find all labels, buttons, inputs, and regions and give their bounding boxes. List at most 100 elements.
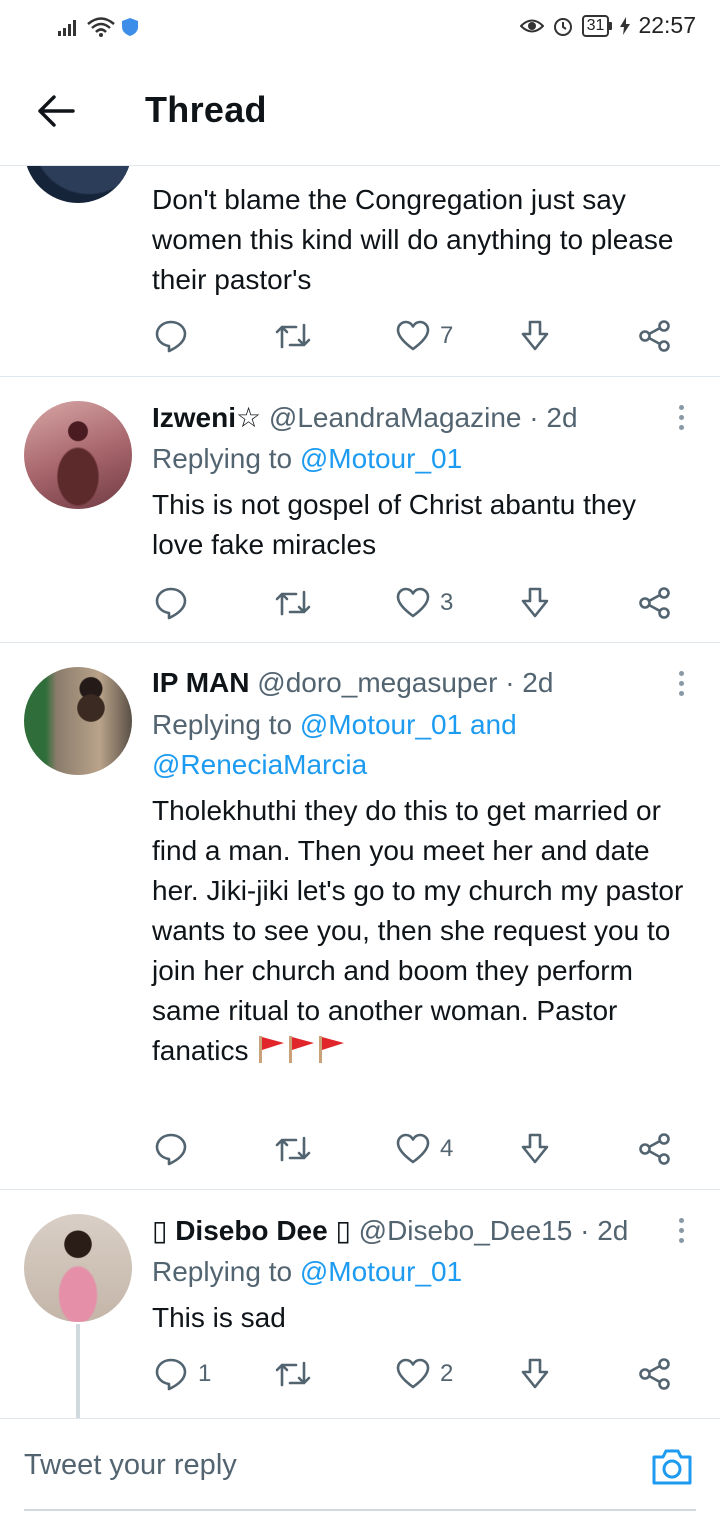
more-options-button[interactable] (676, 671, 686, 696)
tweet-time: · 2d (580, 1215, 629, 1246)
more-options-button[interactable] (676, 1218, 686, 1243)
reply-button[interactable]: 1 (154, 1352, 211, 1396)
back-button[interactable] (34, 89, 78, 133)
like-count: 4 (440, 1135, 454, 1162)
tweet-time: · 2d (529, 402, 578, 433)
reply-icon (155, 587, 187, 620)
share-button[interactable] (638, 581, 672, 625)
tweet-text: This is sad (152, 1302, 286, 1333)
retweet-icon (275, 1361, 311, 1387)
more-options-button[interactable] (676, 405, 686, 430)
retweet-button[interactable] (274, 581, 322, 625)
like-button[interactable]: 3 (396, 581, 453, 625)
user-name[interactable]: Izweni☆ (152, 402, 261, 433)
shield-icon (122, 18, 138, 36)
reply-button[interactable] (154, 1127, 198, 1171)
avatar[interactable] (24, 401, 132, 509)
alarm-icon (553, 17, 572, 36)
download-icon (521, 320, 549, 351)
download-icon (521, 1133, 549, 1164)
heart-icon (396, 320, 430, 351)
like-button[interactable]: 4 (396, 1127, 453, 1171)
tweet-actions: 4 (152, 1127, 682, 1171)
tweet-header: IP MAN @doro_megasuper · 2d (152, 667, 553, 699)
user-name[interactable]: ▯ Disebo Dee ▯ (152, 1215, 351, 1246)
heart-icon (396, 1133, 430, 1164)
mention-link[interactable]: @Motour_01 and (300, 709, 517, 740)
tweet-header: Izweni☆ @LeandraMagazine · 2d (152, 401, 578, 434)
share-icon (639, 1133, 670, 1165)
battery-indicator: 31 (581, 14, 613, 37)
reply-count: 1 (198, 1360, 212, 1387)
wifi-icon (87, 17, 115, 37)
user-handle[interactable]: @LeandraMagazine (269, 402, 522, 433)
thread-connector (76, 1324, 80, 1418)
tweet-time: · 2d (505, 667, 554, 698)
camera-button[interactable] (650, 1447, 694, 1491)
save-button[interactable] (518, 581, 552, 625)
reply-button[interactable] (154, 581, 198, 625)
reply-composer: Tweet your reply (0, 1418, 720, 1520)
status-bar: 31 22:57 (0, 0, 720, 56)
signal-icon (58, 20, 76, 36)
like-count: 3 (440, 589, 454, 616)
replying-prefix: Replying to (152, 443, 300, 474)
replying-to: Replying to @Motour_01 (152, 439, 462, 479)
like-count: 7 (440, 322, 454, 349)
mention-link[interactable]: @Motour_01 (300, 1256, 462, 1287)
clock: 22:57 (638, 12, 696, 38)
share-icon (639, 1358, 670, 1390)
retweet-button[interactable] (274, 314, 322, 358)
like-count: 2 (440, 1360, 454, 1387)
avatar[interactable] (24, 1214, 132, 1322)
tweet-text-body: Tholekhuthi they do this to get married … (152, 795, 684, 1066)
retweet-button[interactable] (274, 1352, 322, 1396)
app-header: Thread (0, 56, 720, 166)
reply-icon (155, 1133, 187, 1166)
eye-icon (519, 19, 544, 32)
arrow-left-icon (38, 95, 75, 127)
camera-icon (652, 1449, 692, 1485)
share-icon (639, 320, 670, 352)
user-name[interactable]: IP MAN (152, 667, 250, 698)
save-button[interactable] (518, 314, 552, 358)
tweet-0[interactable]: Don't blame the Congregation just say wo… (0, 95, 720, 377)
tweet-3[interactable]: ▯ Disebo Dee ▯ @Disebo_Dee15 · 2d Replyi… (0, 1190, 720, 1418)
tweet-1[interactable]: Izweni☆ @LeandraMagazine · 2d Replying t… (0, 377, 720, 643)
share-button[interactable] (638, 314, 672, 358)
tweet-text: This is not gospel of Christ abantu they… (152, 489, 637, 560)
share-button[interactable] (638, 1127, 672, 1171)
retweet-icon (275, 590, 311, 616)
avatar[interactable] (24, 667, 132, 775)
charging-icon (620, 16, 631, 35)
reply-button[interactable] (154, 314, 198, 358)
heart-icon (396, 1358, 430, 1389)
replying-prefix: Replying to (152, 709, 300, 740)
save-button[interactable] (518, 1127, 552, 1171)
save-button[interactable] (518, 1352, 552, 1396)
share-button[interactable] (638, 1352, 672, 1396)
share-icon (639, 587, 670, 619)
mention-link-2[interactable]: @ReneciaMarcia (152, 749, 367, 780)
page-title: Thread (145, 89, 267, 130)
like-button[interactable]: 7 (396, 314, 453, 358)
tweet-2[interactable]: IP MAN @doro_megasuper · 2d Replying to … (0, 643, 720, 1190)
tweet-actions: 3 (152, 581, 682, 625)
retweet-button[interactable] (274, 1127, 322, 1171)
retweet-icon (275, 1136, 311, 1162)
user-handle[interactable]: @doro_megasuper (257, 667, 497, 698)
reply-input[interactable]: Tweet your reply (24, 1449, 237, 1482)
tweet-actions: 7 (152, 314, 682, 358)
battery-level: 31 (581, 14, 610, 37)
tweet-actions: 1 2 (152, 1352, 682, 1396)
red-flag-icon (289, 1036, 315, 1063)
replying-to: Replying to @Motour_01 and @ReneciaMarci… (152, 705, 692, 785)
replying-to: Replying to @Motour_01 (152, 1252, 462, 1292)
reply-icon (155, 320, 187, 353)
reply-underline (24, 1509, 696, 1511)
mention-link[interactable]: @Motour_01 (300, 443, 462, 474)
red-flag-icon (259, 1036, 285, 1063)
like-button[interactable]: 2 (396, 1352, 453, 1396)
user-handle[interactable]: @Disebo_Dee15 (359, 1215, 573, 1246)
tweet-text: Tholekhuthi they do this to get married … (152, 791, 692, 1071)
